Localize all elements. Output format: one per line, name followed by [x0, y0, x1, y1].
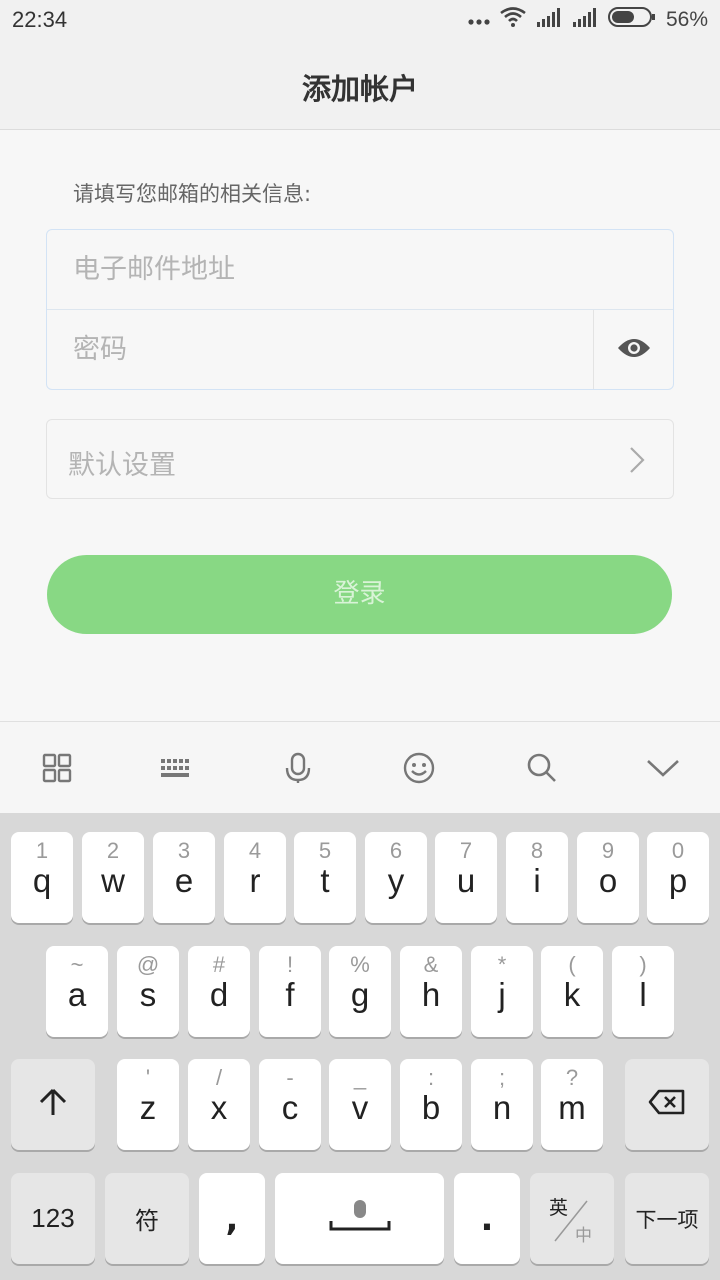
comma-key[interactable]: ,	[199, 1173, 265, 1264]
key-d[interactable]: # d	[188, 946, 250, 1037]
page-title: 添加帐户	[301, 72, 418, 106]
password-row	[47, 310, 673, 389]
wifi-icon	[500, 7, 526, 33]
key-x[interactable]: / x	[188, 1059, 250, 1150]
key-p[interactable]: 0p	[647, 832, 709, 923]
grid-icon[interactable]	[39, 750, 75, 786]
key-w[interactable]: 2w	[82, 832, 144, 923]
key-l[interactable]: ) l	[612, 946, 674, 1037]
next-key[interactable]: 下一项	[625, 1173, 709, 1264]
numbers-key[interactable]: 123	[11, 1173, 95, 1264]
key-y[interactable]: 6y	[365, 832, 427, 923]
soft-keyboard: 1q 2w 3e 4r 5t 6y 7u 8i 9o 0p ~ a @ s # d !…	[0, 813, 720, 1280]
form-hint: 请填写您邮箱的相关信息:	[73, 182, 312, 206]
key-v[interactable]: _ v	[329, 1059, 391, 1150]
keyboard-toolbar	[0, 721, 720, 814]
backspace-key[interactable]	[625, 1059, 709, 1150]
key-m[interactable]: ? m	[541, 1059, 603, 1150]
credentials-card	[46, 229, 674, 390]
key-r[interactable]: 4r	[224, 832, 286, 923]
language-switch: 英 中	[547, 1191, 597, 1247]
battery-percent: 56%	[665, 8, 708, 31]
key-q[interactable]: 1q	[11, 832, 73, 923]
default-settings-label: 默认设置	[68, 450, 176, 481]
period-key[interactable]: .	[454, 1173, 520, 1264]
backspace-icon	[648, 1089, 686, 1120]
key-z[interactable]: ' z	[117, 1059, 179, 1150]
more-dots-icon	[468, 8, 490, 32]
microphone-icon[interactable]	[280, 750, 316, 786]
key-t[interactable]: 5t	[294, 832, 356, 923]
key-e[interactable]: 3e	[153, 832, 215, 923]
signal-icon	[536, 7, 562, 33]
keyboard-icon[interactable]	[157, 750, 193, 786]
shift-key[interactable]	[11, 1059, 95, 1150]
key-b[interactable]: :b	[400, 1059, 462, 1150]
signal-icon	[572, 7, 598, 33]
key-a[interactable]: ~ a	[46, 946, 108, 1037]
key-k[interactable]: (k	[541, 946, 603, 1037]
status-bar: 22:34 56%	[0, 0, 720, 40]
eye-icon	[616, 336, 652, 364]
symbols-key[interactable]: 符	[105, 1173, 189, 1264]
email-row	[47, 230, 673, 310]
key-h[interactable]: & h	[400, 946, 462, 1037]
space-mic-icon	[328, 1199, 392, 1239]
battery-icon	[607, 7, 656, 33]
key-n[interactable]: ; n	[471, 1059, 533, 1150]
search-icon[interactable]	[524, 750, 560, 786]
lang-zh-label: 中	[575, 1225, 592, 1246]
language-switch-key[interactable]: 英 中	[530, 1173, 614, 1264]
default-settings-row[interactable]: 默认设置	[46, 419, 674, 499]
key-j[interactable]: * j	[471, 946, 533, 1037]
shift-arrow-icon	[37, 1086, 69, 1123]
status-icons: 56%	[468, 6, 708, 34]
show-password-button[interactable]	[593, 310, 673, 389]
key-s[interactable]: @ s	[117, 946, 179, 1037]
key-c[interactable]: -c	[259, 1059, 321, 1150]
key-u[interactable]: 7u	[435, 832, 497, 923]
key-o[interactable]: 9o	[577, 832, 639, 923]
title-bar: 添加帐户	[0, 40, 720, 130]
key-g[interactable]: % g	[329, 946, 391, 1037]
login-button[interactable]: 登录	[47, 555, 672, 634]
password-field[interactable]	[73, 328, 553, 370]
chevron-down-icon[interactable]	[645, 750, 681, 786]
email-field[interactable]	[73, 248, 573, 290]
status-time: 22:34	[12, 7, 68, 32]
emoji-icon[interactable]	[401, 750, 437, 786]
chevron-right-icon	[629, 446, 645, 478]
key-i[interactable]: 8i	[506, 832, 568, 923]
key-f[interactable]: ! f	[259, 946, 321, 1037]
space-key[interactable]	[275, 1173, 444, 1264]
